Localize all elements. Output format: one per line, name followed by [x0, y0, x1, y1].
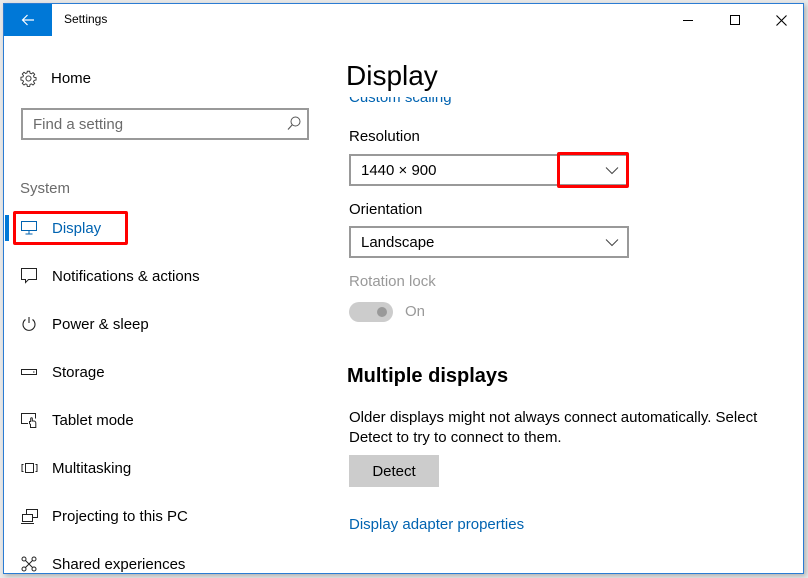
sidebar-item-label: Storage	[52, 363, 105, 381]
multitasking-icon	[20, 459, 38, 477]
window-title: Settings	[64, 12, 108, 26]
search-icon[interactable]	[287, 116, 301, 132]
orientation-dropdown[interactable]: Landscape	[349, 226, 629, 258]
resolution-dropdown[interactable]: 1440 × 900	[349, 154, 629, 186]
maximize-icon	[730, 15, 740, 25]
multiple-displays-heading: Multiple displays	[347, 365, 509, 387]
minimize-icon	[683, 20, 693, 21]
back-button[interactable]	[4, 4, 52, 36]
home-nav[interactable]: Home	[20, 66, 91, 90]
display-adapter-properties-link[interactable]: Display adapter properties	[349, 516, 524, 533]
resolution-label: Resolution	[349, 128, 420, 145]
home-label: Home	[51, 69, 92, 87]
orientation-value: Landscape	[361, 233, 435, 251]
section-label-system: System	[20, 180, 71, 197]
sidebar-item-shared-experiences[interactable]: Shared experiences	[4, 546, 304, 573]
notification-icon	[20, 267, 38, 285]
chevron-down-icon	[605, 239, 619, 247]
rotation-lock-state: On	[405, 303, 426, 320]
sidebar-item-label: Display	[52, 219, 102, 237]
orientation-label: Orientation	[349, 201, 423, 218]
title-bar: Settings	[4, 4, 803, 36]
settings-window: Settings Home System D	[3, 3, 804, 574]
search-input[interactable]	[23, 110, 273, 138]
monitor-icon	[20, 219, 38, 237]
detect-button[interactable]: Detect	[349, 455, 439, 487]
rotation-lock-toggle[interactable]	[349, 302, 393, 322]
search-box[interactable]	[21, 108, 309, 140]
chevron-down-icon	[605, 167, 619, 175]
tablet-mode-icon	[20, 411, 38, 429]
custom-scaling-link[interactable]: Custom scaling	[349, 97, 452, 106]
sidebar-item-display[interactable]: Display	[4, 210, 304, 246]
close-button[interactable]	[758, 4, 803, 36]
sidebar-item-label: Shared experiences	[52, 555, 186, 573]
back-arrow-icon	[21, 14, 34, 26]
sidebar-item-label: Tablet mode	[52, 411, 134, 429]
close-icon	[775, 14, 787, 26]
rotation-lock-label: Rotation lock	[349, 273, 436, 290]
sidebar-item-projecting[interactable]: Projecting to this PC	[4, 498, 304, 534]
maximize-button[interactable]	[712, 4, 758, 36]
custom-scaling-link-clip: Custom scaling	[349, 97, 549, 107]
sidebar-item-power-sleep[interactable]: Power & sleep	[4, 306, 304, 342]
sidebar-item-label: Power & sleep	[52, 315, 149, 333]
projecting-icon	[20, 507, 38, 525]
toggle-knob	[377, 307, 387, 317]
sidebar-item-storage[interactable]: Storage	[4, 354, 304, 390]
shared-experiences-icon	[20, 555, 38, 573]
page-title: Display	[346, 60, 438, 91]
sidebar-item-label: Notifications & actions	[52, 267, 200, 285]
minimize-button[interactable]	[665, 4, 711, 36]
sidebar-item-notifications[interactable]: Notifications & actions	[4, 258, 304, 294]
storage-icon	[20, 363, 38, 381]
sidebar-item-tablet-mode[interactable]: Tablet mode	[4, 402, 304, 438]
sidebar-item-label: Projecting to this PC	[52, 507, 188, 525]
power-icon	[20, 315, 38, 333]
sidebar-item-label: Multitasking	[52, 459, 132, 477]
resolution-value: 1440 × 900	[361, 161, 437, 179]
multiple-displays-description: Older displays might not always connect …	[349, 409, 758, 446]
gear-icon	[20, 70, 37, 87]
sidebar-item-multitasking[interactable]: Multitasking	[4, 450, 304, 486]
